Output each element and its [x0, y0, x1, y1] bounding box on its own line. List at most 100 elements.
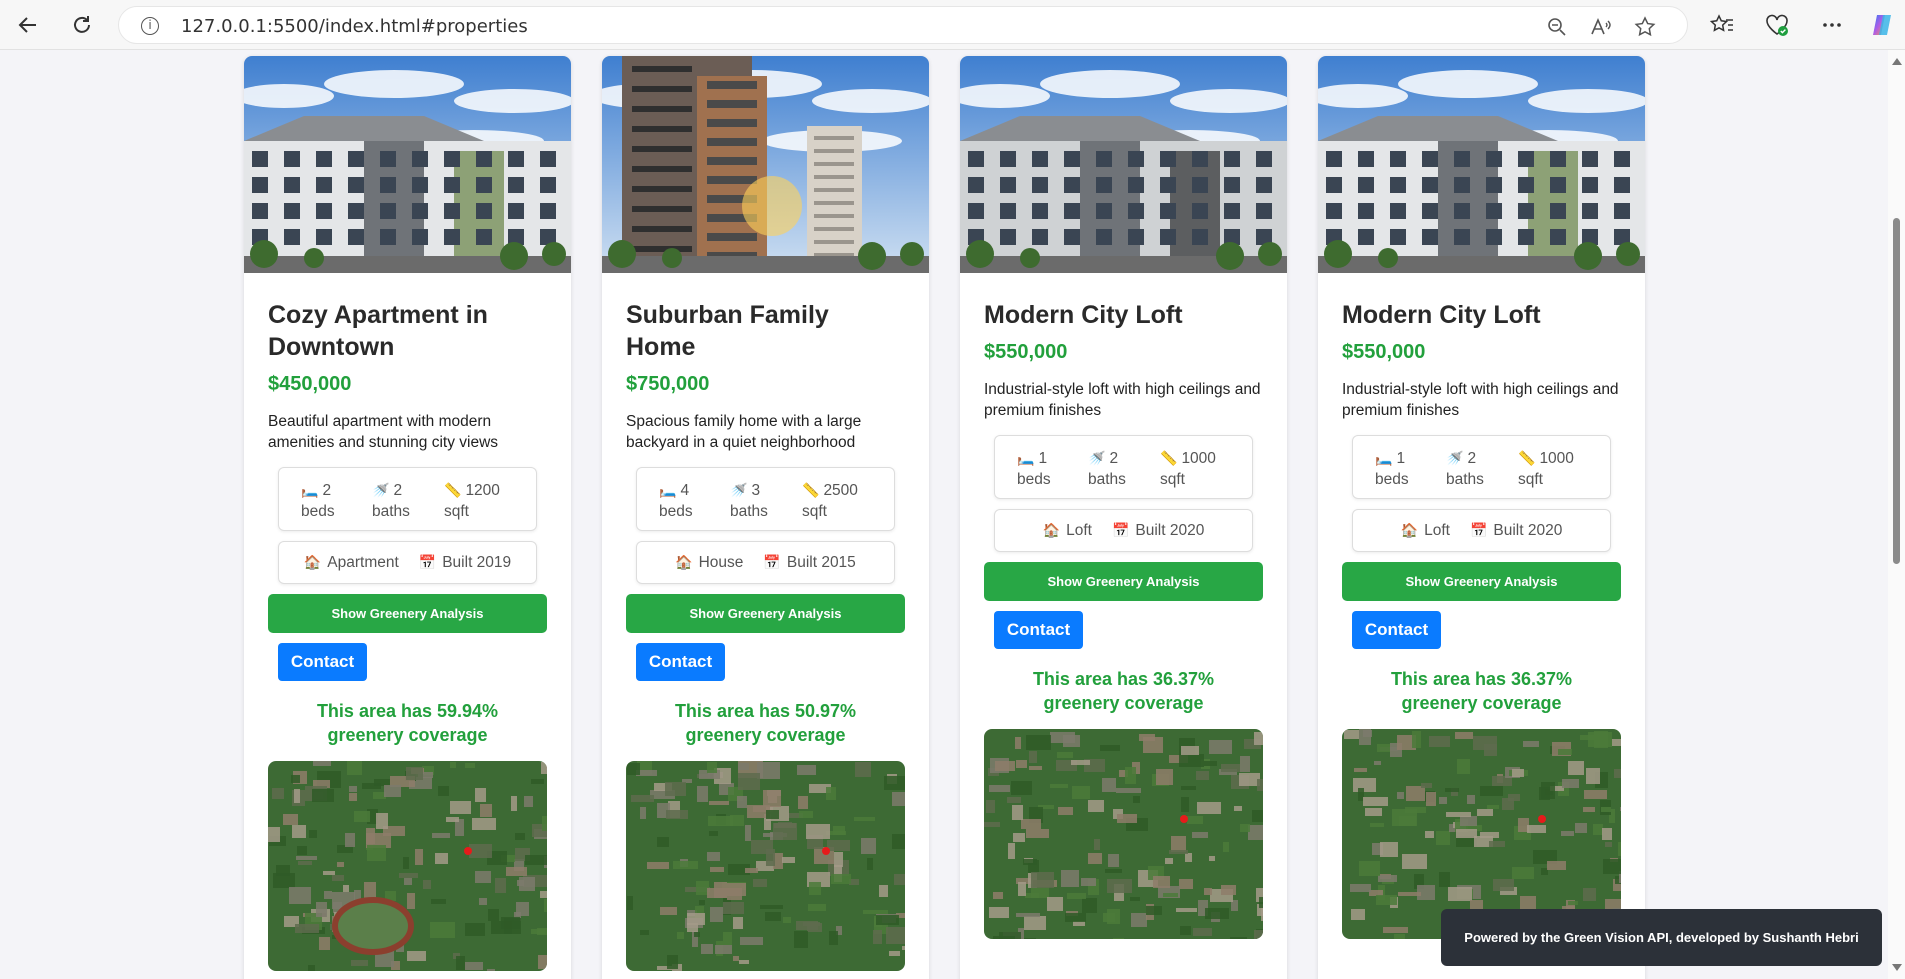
sqft-stat: 📏 2500 sqft — [802, 482, 858, 520]
api-credit-badge: Powered by the Green Vision API, develop… — [1441, 909, 1882, 966]
house-icon: 🏠 — [1400, 521, 1419, 538]
greenery-coverage-text: This area has 36.37% greenery coverage — [1032, 669, 1215, 713]
property-stats: 🛏️ 2 beds 🚿 2 baths 📏 1200 sqft — [278, 467, 537, 531]
property-meta: 🏠 Loft 📅 Built 2020 — [994, 509, 1253, 552]
calendar-icon: 📅 — [1111, 521, 1130, 538]
shower-icon: 🚿 — [1088, 450, 1106, 466]
property-photo — [960, 56, 1287, 273]
more-options-icon[interactable] — [1818, 11, 1846, 39]
satellite-greenery-map[interactable] — [626, 761, 905, 971]
property-photo — [602, 56, 929, 273]
property-stats: 🛏️ 1 beds 🚿 2 baths 📏 1000 sqft — [994, 435, 1253, 499]
page-scrollbar[interactable] — [1888, 50, 1905, 979]
greenery-coverage-text: This area has 59.94% greenery coverage — [316, 701, 499, 745]
property-photo — [244, 56, 571, 273]
arrow-left-icon — [18, 17, 36, 33]
house-icon: 🏠 — [1042, 521, 1061, 538]
favorite-star-icon[interactable] — [1633, 15, 1657, 39]
property-card: Modern City Loft $550,000 Industrial-sty… — [1318, 56, 1645, 979]
ruler-icon: 📏 — [1160, 450, 1178, 466]
sqft-stat: 📏 1200 sqft — [444, 482, 500, 520]
house-icon: 🏠 — [675, 553, 693, 570]
beds-stat: 🛏️ 1 beds — [1017, 450, 1051, 488]
scroll-thumb[interactable] — [1893, 218, 1900, 564]
calendar-icon: 📅 — [418, 553, 437, 570]
contact-button[interactable]: Contact — [1352, 611, 1441, 649]
greenery-coverage-text: This area has 36.37% greenery coverage — [1390, 669, 1573, 713]
satellite-greenery-map[interactable] — [1342, 729, 1621, 939]
property-meta: 🏠 House 📅 Built 2015 — [636, 541, 895, 584]
satellite-greenery-map[interactable] — [268, 761, 547, 971]
property-title: Cozy Apartment in Downtown — [268, 301, 488, 361]
ruler-icon: 📏 — [1518, 450, 1536, 466]
property-price: $450,000 — [268, 373, 352, 395]
property-meta: 🏠 Loft 📅 Built 2020 — [1352, 509, 1611, 552]
calendar-icon: 📅 — [1469, 521, 1488, 538]
address-bar[interactable]: i 127.0.0.1:5500/index.html#properties — [118, 6, 1688, 44]
property-type: 🏠 Loft — [1400, 521, 1450, 539]
read-aloud-icon[interactable] — [1589, 15, 1613, 39]
property-title: Suburban Family Home — [626, 301, 829, 361]
property-card: Cozy Apartment in Downtown $450,000 Beau… — [244, 56, 571, 979]
baths-stat: 🚿 2 baths — [1088, 450, 1126, 488]
bed-icon: 🛏️ — [1017, 450, 1035, 466]
shower-icon: 🚿 — [730, 482, 748, 498]
baths-stat: 🚿 2 baths — [1446, 450, 1484, 488]
browser-toolbar: i 127.0.0.1:5500/index.html#properties — [0, 0, 1905, 50]
back-button[interactable] — [12, 9, 44, 41]
contact-button[interactable]: Contact — [636, 643, 725, 681]
property-type: 🏠 House — [675, 553, 744, 571]
show-greenery-analysis-button[interactable]: Show Greenery Analysis — [1342, 562, 1621, 601]
property-description: Industrial-style loft with high ceilings… — [984, 381, 1261, 419]
favorites-icon[interactable] — [1708, 11, 1736, 39]
house-icon: 🏠 — [303, 553, 322, 570]
bed-icon: 🛏️ — [301, 482, 319, 498]
greenery-coverage-text: This area has 50.97% greenery coverage — [674, 701, 857, 745]
browser-essentials-icon[interactable] — [1763, 11, 1791, 39]
ruler-icon: 📏 — [802, 482, 820, 498]
shower-icon: 🚿 — [372, 482, 390, 498]
property-card: Modern City Loft $550,000 Industrial-sty… — [960, 56, 1287, 979]
contact-button[interactable]: Contact — [278, 643, 367, 681]
show-greenery-analysis-button[interactable]: Show Greenery Analysis — [984, 562, 1263, 601]
refresh-icon — [74, 16, 90, 33]
location-marker — [822, 847, 830, 855]
property-description: Beautiful apartment with modern amenitie… — [268, 413, 499, 451]
show-greenery-analysis-button[interactable]: Show Greenery Analysis — [626, 594, 905, 633]
bed-icon: 🛏️ — [1375, 450, 1393, 466]
scroll-up-arrow[interactable] — [1892, 58, 1902, 65]
property-built: 📅 Built 2015 — [763, 553, 856, 571]
copilot-icon[interactable] — [1868, 11, 1896, 39]
beds-stat: 🛏️ 4 beds — [659, 482, 693, 520]
property-price: $550,000 — [1342, 341, 1426, 363]
location-marker — [1538, 815, 1546, 823]
refresh-button[interactable] — [66, 9, 98, 41]
location-marker — [1180, 815, 1188, 823]
bed-icon: 🛏️ — [659, 482, 677, 498]
zoom-out-icon[interactable] — [1545, 15, 1569, 39]
shower-icon: 🚿 — [1446, 450, 1464, 466]
sqft-stat: 📏 1000 sqft — [1160, 450, 1216, 488]
property-built: 📅 Built 2020 — [1469, 521, 1563, 539]
calendar-icon: 📅 — [763, 553, 781, 570]
url-text: 127.0.0.1:5500/index.html#properties — [181, 16, 528, 37]
property-stats: 🛏️ 4 beds 🚿 3 baths 📏 2500 sqft — [636, 467, 895, 531]
property-type: 🏠 Apartment — [303, 553, 399, 571]
property-type: 🏠 Loft — [1042, 521, 1092, 539]
satellite-greenery-map[interactable] — [984, 729, 1263, 939]
ruler-icon: 📏 — [444, 482, 462, 498]
info-icon[interactable]: i — [141, 17, 159, 35]
sqft-stat: 📏 1000 sqft — [1518, 450, 1574, 488]
property-built: 📅 Built 2019 — [418, 553, 512, 571]
baths-stat: 🚿 3 baths — [730, 482, 768, 520]
property-stats: 🛏️ 1 beds 🚿 2 baths 📏 1000 sqft — [1352, 435, 1611, 499]
show-greenery-analysis-button[interactable]: Show Greenery Analysis — [268, 594, 547, 633]
location-marker — [464, 847, 472, 855]
property-title: Modern City Loft — [1342, 301, 1541, 329]
scroll-down-arrow[interactable] — [1892, 964, 1902, 971]
contact-button[interactable]: Contact — [994, 611, 1083, 649]
property-card: Suburban Family Home $750,000 Spacious f… — [602, 56, 929, 979]
properties-section: Cozy Apartment in Downtown $450,000 Beau… — [0, 50, 1888, 979]
property-price: $750,000 — [626, 373, 710, 395]
beds-stat: 🛏️ 1 beds — [1375, 450, 1409, 488]
